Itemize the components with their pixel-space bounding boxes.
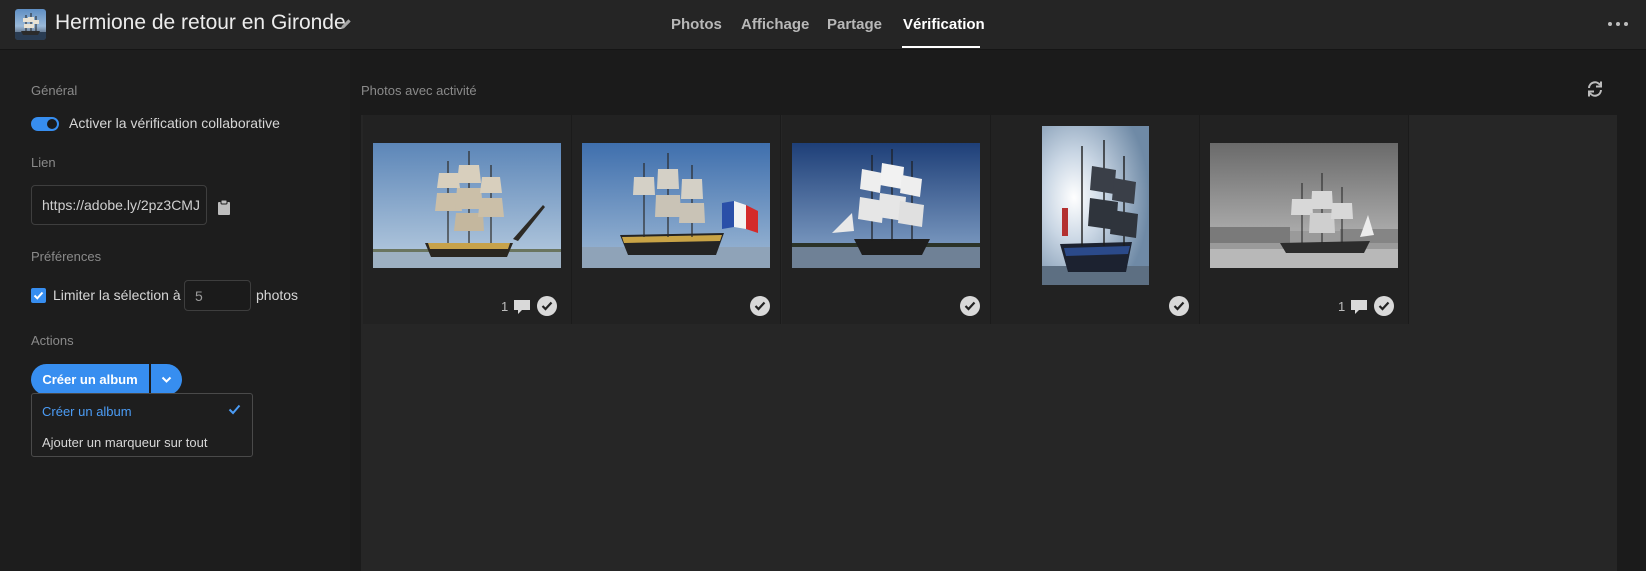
actions-label: Actions (31, 333, 74, 348)
comment-count: 1 (501, 299, 509, 314)
check-circle-icon[interactable] (750, 296, 770, 316)
ship-photo[interactable] (582, 143, 770, 268)
album-title: Hermione de retour en Gironde (55, 11, 346, 34)
ship-photo[interactable] (792, 143, 980, 268)
photo-footer (750, 296, 770, 316)
album-thumbnail[interactable] (15, 9, 46, 40)
photo-footer (1169, 296, 1189, 316)
link-label: Lien (31, 155, 56, 170)
photo-cell[interactable] (782, 115, 991, 324)
ship-photo[interactable] (1210, 143, 1398, 268)
actions-dropdown-button[interactable] (151, 364, 182, 395)
collab-toggle[interactable] (31, 117, 59, 131)
photo-cell[interactable]: 1 (1200, 115, 1409, 324)
limit-selection-checkbox[interactable] (31, 288, 46, 303)
tab-affichage[interactable]: Affichage (741, 16, 809, 33)
create-album-button[interactable]: Créer un album (31, 364, 149, 395)
photo-cell[interactable]: 1 (363, 115, 572, 324)
share-link-field[interactable]: https://adobe.ly/2pz3CMJ (31, 185, 207, 225)
refresh-icon[interactable] (1586, 80, 1604, 98)
tab-partage[interactable]: Partage (827, 16, 882, 33)
more-icon[interactable] (1606, 16, 1630, 32)
tab-verification[interactable]: Vérification (903, 16, 985, 33)
comment-icon[interactable] (513, 299, 531, 315)
photo-footer: 1 (1338, 296, 1398, 316)
collab-toggle-label: Activer la vérification collaborative (69, 115, 280, 131)
menu-item-add-marker[interactable]: Ajouter un marqueur sur tout (42, 435, 207, 450)
general-label: Général (31, 83, 78, 98)
tab-photos[interactable]: Photos (671, 16, 722, 33)
photo-grid: 1 1 (361, 115, 1617, 571)
checkmark-icon (228, 404, 241, 415)
limit-selection-label: Limiter la sélection à (53, 287, 181, 303)
check-circle-icon[interactable] (960, 296, 980, 316)
photo-footer (960, 296, 980, 316)
check-circle-icon[interactable] (1374, 296, 1394, 316)
preferences-label: Préférences (31, 249, 102, 264)
comment-icon[interactable] (1350, 299, 1368, 315)
comment-count: 1 (1338, 299, 1346, 314)
limit-quantity-field[interactable]: 5 (184, 280, 251, 311)
chevron-down-icon (161, 376, 172, 383)
active-tab-indicator (902, 46, 980, 48)
menu-item-create-album[interactable]: Créer un album (42, 404, 132, 419)
photos-activity-label: Photos avec activité (361, 83, 477, 98)
photo-footer: 1 (501, 296, 561, 316)
ship-photo[interactable] (1042, 126, 1149, 285)
clipboard-icon[interactable] (217, 199, 231, 215)
top-bar: Hermione de retour en Gironde Photos Aff… (0, 0, 1646, 50)
limit-suffix: photos (256, 287, 299, 303)
photo-cell[interactable] (991, 115, 1200, 324)
actions-menu: Créer un album Ajouter un marqueur sur t… (31, 393, 253, 457)
ship-photo[interactable] (373, 143, 561, 268)
edit-icon[interactable] (339, 17, 353, 31)
photo-cell[interactable] (572, 115, 781, 324)
check-circle-icon[interactable] (1169, 296, 1189, 316)
check-circle-icon[interactable] (537, 296, 557, 316)
